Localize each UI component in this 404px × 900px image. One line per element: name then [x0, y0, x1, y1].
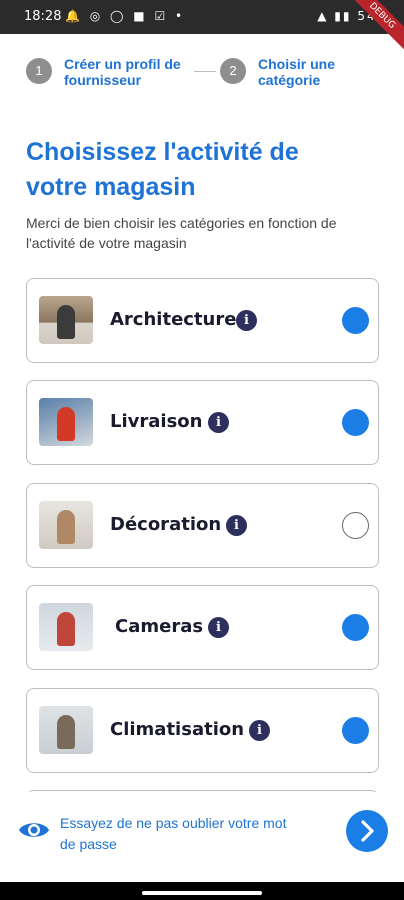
category-label: Architecture: [110, 309, 237, 330]
status-time: 18:28: [24, 9, 62, 24]
category-card-cameras[interactable]: Cameras i: [26, 585, 379, 670]
radio-selected-icon[interactable]: [342, 717, 369, 744]
architect-photo-icon: [39, 296, 93, 344]
radio-selected-icon[interactable]: [342, 614, 369, 641]
category-card-climatisation[interactable]: Climatisation i: [26, 688, 379, 773]
category-label: Climatisation: [110, 719, 245, 740]
eye-icon[interactable]: [18, 816, 50, 844]
info-icon[interactable]: i: [208, 617, 229, 638]
step-1-indicator: 1: [26, 58, 52, 84]
category-card-decoration[interactable]: Décoration i: [26, 483, 379, 568]
radio-selected-icon[interactable]: [342, 307, 369, 334]
category-label: Livraison: [110, 411, 203, 432]
info-icon[interactable]: i: [249, 720, 270, 741]
step-connector: [194, 71, 216, 72]
next-button[interactable]: [346, 810, 388, 852]
radio-unselected-icon[interactable]: [342, 512, 369, 539]
category-card-livraison[interactable]: Livraison i: [26, 380, 379, 465]
notification-icons: 🔔 ◎ ◯ ■ ☑ •: [65, 9, 186, 23]
camera-install-photo-icon: [39, 603, 93, 651]
step-2-label: Choisir une catégorie: [258, 56, 336, 88]
air-conditioning-photo-icon: [39, 706, 93, 754]
info-icon[interactable]: i: [236, 310, 257, 331]
status-bar: 18:28 🔔 ◎ ◯ ■ ☑ • ▲ ▮▮ 54%: [0, 0, 404, 34]
radio-selected-icon[interactable]: [342, 409, 369, 436]
category-card-architecture[interactable]: Architecture i: [26, 278, 379, 363]
delivery-photo-icon: [39, 398, 93, 446]
category-label: Décoration: [110, 514, 222, 535]
chevron-right-icon: [361, 820, 374, 842]
home-handle[interactable]: [142, 891, 262, 895]
page-subtitle: Merci de bien choisir les catégories en …: [26, 215, 337, 251]
category-label: Cameras: [115, 616, 204, 637]
step-1-label: Créer un profil de fournisseur: [64, 56, 181, 88]
progress-stepper: 1 Créer un profil de fournisseur 2 Chois…: [26, 56, 386, 96]
password-hint: Essayez de ne pas oublier votre mot de p…: [60, 815, 287, 852]
info-icon[interactable]: i: [226, 515, 247, 536]
page-title: Choisissez l'activité de votre magasin: [26, 138, 299, 201]
info-icon[interactable]: i: [208, 412, 229, 433]
decoration-photo-icon: [39, 501, 93, 549]
step-2-indicator: 2: [220, 58, 246, 84]
